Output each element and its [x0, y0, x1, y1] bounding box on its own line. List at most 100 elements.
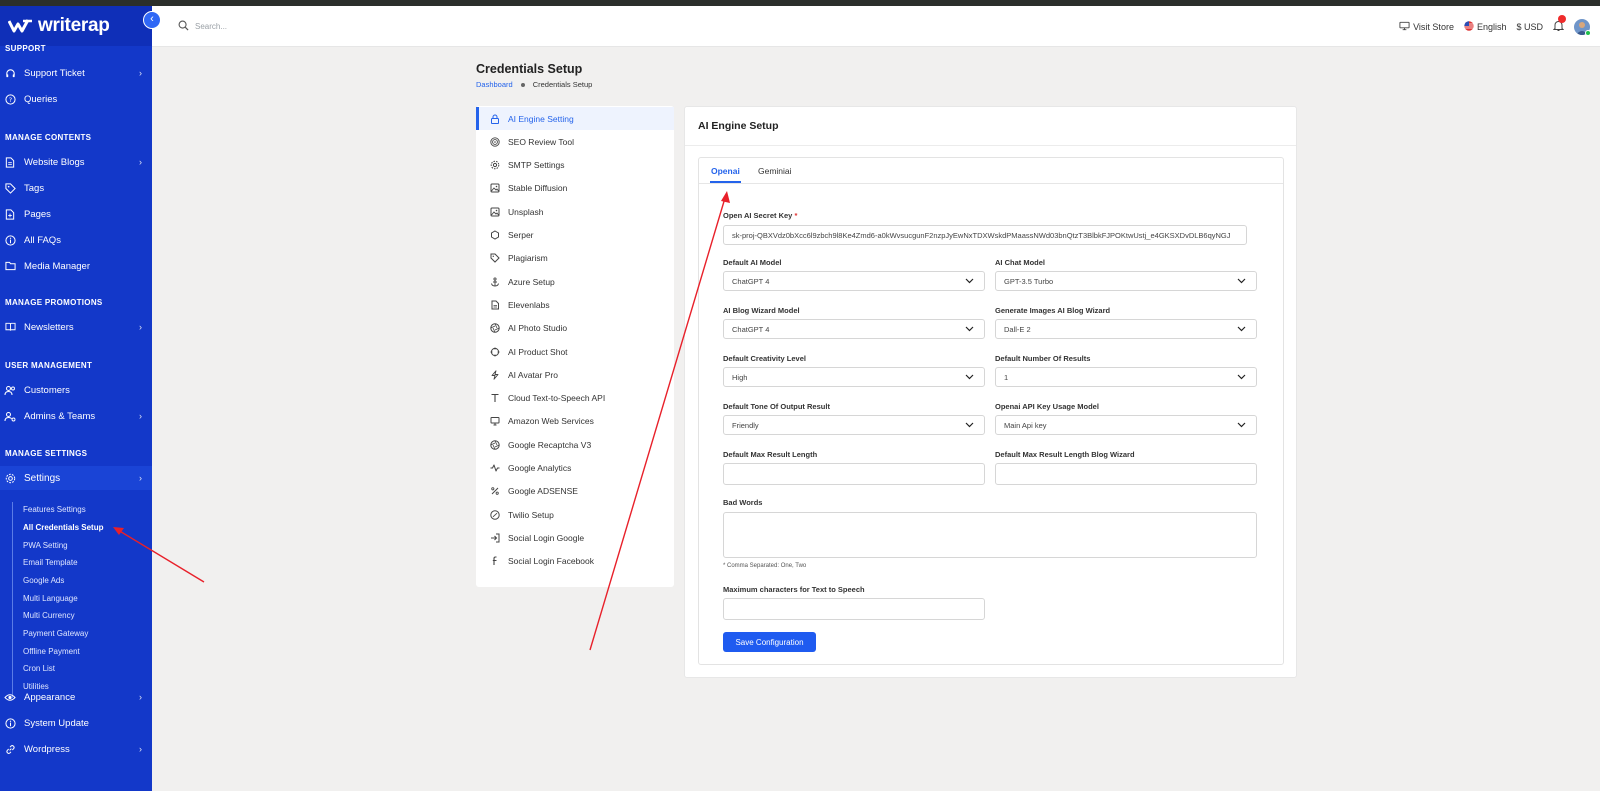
credentials-menu-item-stable-diffusion[interactable]: Stable Diffusion	[476, 177, 674, 200]
credentials-menu-item-social-login-facebook[interactable]: Social Login Facebook	[476, 550, 674, 573]
card-title: AI Engine Setup	[698, 120, 779, 132]
settings-subitem-email-template[interactable]: Email Template	[23, 558, 78, 567]
api-key-usage-select[interactable]: Main Api key	[995, 415, 1257, 435]
credentials-menu-item-twilio-setup[interactable]: Twilio Setup	[476, 503, 674, 526]
chevron-down-icon	[965, 373, 974, 383]
section-manage-promotions: MANAGE PROMOTIONS	[5, 298, 103, 307]
credentials-menu-item-amazon-web-services[interactable]: Amazon Web Services	[476, 410, 674, 433]
credentials-menu-item-azure-setup[interactable]: Azure Setup	[476, 270, 674, 293]
monitor-icon	[490, 416, 500, 426]
settings-subitem-multi-currency[interactable]: Multi Currency	[23, 611, 75, 620]
credentials-menu-item-seo-review-tool[interactable]: SEO Review Tool	[476, 130, 674, 153]
sidebar-item-website-blogs[interactable]: Website Blogs ›	[0, 150, 152, 174]
number-of-results-select[interactable]: 1	[995, 367, 1257, 387]
tab-geminiai[interactable]: Geminiai	[758, 166, 792, 176]
max-result-length-blog-input[interactable]	[995, 463, 1257, 485]
sidebar-item-support-ticket[interactable]: Support Ticket ›	[0, 61, 152, 85]
sidebar-item-appearance[interactable]: Appearance ›	[0, 685, 152, 709]
image-icon	[490, 207, 500, 217]
currency-label: $ USD	[1516, 22, 1543, 32]
credentials-menu-item-ai-photo-studio[interactable]: AI Photo Studio	[476, 317, 674, 340]
default-ai-model-select[interactable]: ChatGPT 4	[723, 271, 985, 291]
ai-chat-model-label: AI Chat Model	[995, 258, 1045, 267]
section-user-management: USER MANAGEMENT	[5, 361, 93, 370]
ai-blog-wizard-model-select[interactable]: ChatGPT 4	[723, 319, 985, 339]
sidebar-item-all-faqs[interactable]: All FAQs	[0, 228, 152, 252]
info-circle-icon	[4, 234, 16, 246]
currency-selector[interactable]: $ USD	[1516, 22, 1543, 32]
crosshair-icon	[490, 347, 500, 357]
sidebar-item-wordpress[interactable]: Wordpress ›	[0, 737, 152, 761]
sidebar-item-system-update[interactable]: System Update	[0, 711, 152, 735]
facebook-icon	[490, 556, 500, 566]
settings-subitem-multi-language[interactable]: Multi Language	[23, 594, 78, 603]
visit-store-link[interactable]: Visit Store	[1399, 21, 1454, 33]
credentials-menu-item-elevenlabs[interactable]: Elevenlabs	[476, 293, 674, 316]
chevron-down-icon	[1237, 277, 1246, 287]
credentials-menu-item-unsplash[interactable]: Unsplash	[476, 200, 674, 223]
credentials-menu-item-cloud-text-to-speech-api[interactable]: Cloud Text-to-Speech API	[476, 387, 674, 410]
bad-words-label: Bad Words	[723, 498, 763, 507]
brand-name: writerap	[38, 15, 110, 36]
settings-subitem-all-credentials-setup[interactable]: All Credentials Setup	[23, 523, 103, 532]
credentials-menu-item-ai-engine-setting[interactable]: AI Engine Setting	[476, 107, 674, 130]
max-chars-tts-input[interactable]	[723, 598, 985, 620]
bad-words-textarea[interactable]	[723, 512, 1257, 558]
chevron-right-icon: ›	[139, 744, 142, 754]
sidebar-collapse-button[interactable]: ‹	[143, 11, 161, 29]
sidebar-item-settings[interactable]: Settings ›	[0, 466, 152, 490]
sidebar-item-media-manager[interactable]: Media Manager	[0, 254, 152, 278]
language-selector[interactable]: English	[1464, 21, 1506, 33]
sidebar-item-admins-teams[interactable]: Admins & Teams ›	[0, 404, 152, 428]
tone-select[interactable]: Friendly	[723, 415, 985, 435]
credentials-menu-item-ai-avatar-pro[interactable]: AI Avatar Pro	[476, 363, 674, 386]
book-icon	[4, 321, 16, 333]
search-box[interactable]: Search...	[178, 20, 227, 33]
sidebar-item-queries[interactable]: ? Queries	[0, 87, 152, 111]
creativity-level-select[interactable]: High	[723, 367, 985, 387]
secret-key-input[interactable]: sk-proj-QBXVdz0bXcc6l9zbch9l8Ke4Zmd6-a0k…	[723, 225, 1247, 245]
credentials-menu-item-social-login-google[interactable]: Social Login Google	[476, 526, 674, 549]
credentials-menu-item-smtp-settings[interactable]: SMTP Settings	[476, 154, 674, 177]
select-value: High	[732, 372, 748, 382]
chevron-right-icon: ›	[139, 322, 142, 332]
credentials-menu-label: Google ADSENSE	[508, 486, 578, 497]
credentials-menu-item-google-adsense[interactable]: Google ADSENSE	[476, 480, 674, 503]
logo[interactable]: writerap	[0, 6, 152, 46]
select-value: Dall-E 2	[1004, 324, 1031, 334]
sidebar-item-tags[interactable]: Tags	[0, 176, 152, 200]
sidebar-item-label: Queries	[24, 93, 58, 105]
anchor-icon	[490, 277, 500, 287]
credentials-menu-label: AI Photo Studio	[508, 323, 568, 334]
settings-subitem-features-settings[interactable]: Features Settings	[23, 505, 86, 514]
tag-icon	[490, 253, 500, 264]
sidebar-item-customers[interactable]: Customers	[0, 378, 152, 402]
save-configuration-button[interactable]: Save Configuration	[723, 632, 816, 652]
aperture-icon	[490, 323, 500, 333]
main-content: Credentials Setup Dashboard Credentials …	[152, 47, 1600, 791]
target-icon	[490, 137, 500, 147]
section-manage-contents: MANAGE CONTENTS	[5, 133, 92, 142]
breadcrumb-dashboard-link[interactable]: Dashboard	[476, 80, 513, 89]
settings-subitem-google-ads[interactable]: Google Ads	[23, 576, 64, 585]
settings-subitem-offline-payment[interactable]: Offline Payment	[23, 647, 80, 656]
credentials-menu-item-serper[interactable]: Serper	[476, 224, 674, 247]
eye-icon	[4, 691, 16, 703]
sidebar-item-newsletters[interactable]: Newsletters ›	[0, 315, 152, 339]
generate-images-select[interactable]: Dall-E 2	[995, 319, 1257, 339]
credentials-menu-item-google-analytics[interactable]: Google Analytics	[476, 457, 674, 480]
sidebar-item-pages[interactable]: Pages	[0, 202, 152, 226]
max-result-length-input[interactable]	[723, 463, 985, 485]
settings-subitem-cron-list[interactable]: Cron List	[23, 664, 55, 673]
settings-subitem-payment-gateway[interactable]: Payment Gateway	[23, 629, 88, 638]
tab-openai[interactable]: Openai	[711, 166, 740, 176]
credentials-menu-label: Twilio Setup	[508, 509, 554, 520]
settings-subitem-pwa-setting[interactable]: PWA Setting	[23, 541, 68, 550]
ai-chat-model-select[interactable]: GPT-3.5 Turbo	[995, 271, 1257, 291]
credentials-menu-item-google-recaptcha-v3[interactable]: Google Recaptcha V3	[476, 433, 674, 456]
credentials-menu-item-plagiarism[interactable]: Plagiarism	[476, 247, 674, 270]
credentials-menu-item-ai-product-shot[interactable]: AI Product Shot	[476, 340, 674, 363]
notifications-button[interactable]	[1552, 15, 1566, 34]
writerap-logo-icon	[7, 18, 34, 34]
user-avatar[interactable]	[1574, 19, 1591, 36]
